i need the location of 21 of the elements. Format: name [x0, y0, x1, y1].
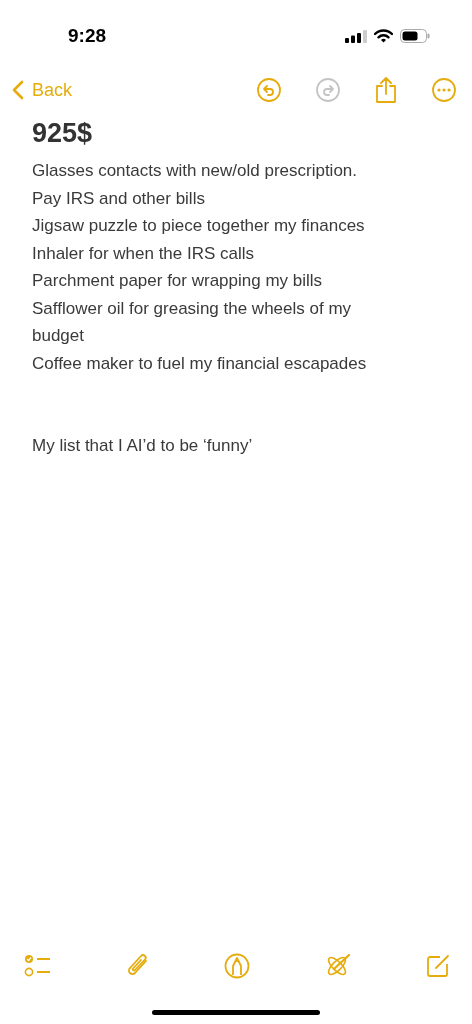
- note-line: Safflower oil for greasing the wheels of my budget: [32, 297, 353, 347]
- note-line: Jigsaw puzzle to piece together my finances: [32, 215, 366, 237]
- undo-icon[interactable]: [257, 78, 281, 102]
- note-line: Pay IRS and other bills: [32, 187, 206, 210]
- checklist-icon[interactable]: [24, 954, 52, 978]
- more-icon[interactable]: [432, 78, 456, 102]
- chevron-left-icon: [12, 80, 24, 100]
- status-time: 9:28: [68, 25, 107, 47]
- note-line: Glasses contacts with new/old prescription.: [32, 160, 359, 182]
- signal-icon: [345, 29, 367, 43]
- note-line: Coffee maker to fuel my financial escapades: [32, 352, 368, 375]
- note-title: 925$: [32, 118, 94, 149]
- back-button[interactable]: Back: [12, 79, 73, 101]
- share-icon[interactable]: [375, 77, 397, 103]
- note-line: Inhaler for when the IRS calls: [32, 242, 256, 265]
- note-line: My list that I AI’d to be ‘funny’: [32, 435, 254, 457]
- battery-icon: [400, 29, 430, 43]
- note-line: Parchment paper for wrapping my bills: [32, 270, 324, 292]
- markup-icon[interactable]: [224, 953, 250, 979]
- compose-icon[interactable]: [426, 954, 450, 978]
- wifi-icon: [374, 29, 393, 43]
